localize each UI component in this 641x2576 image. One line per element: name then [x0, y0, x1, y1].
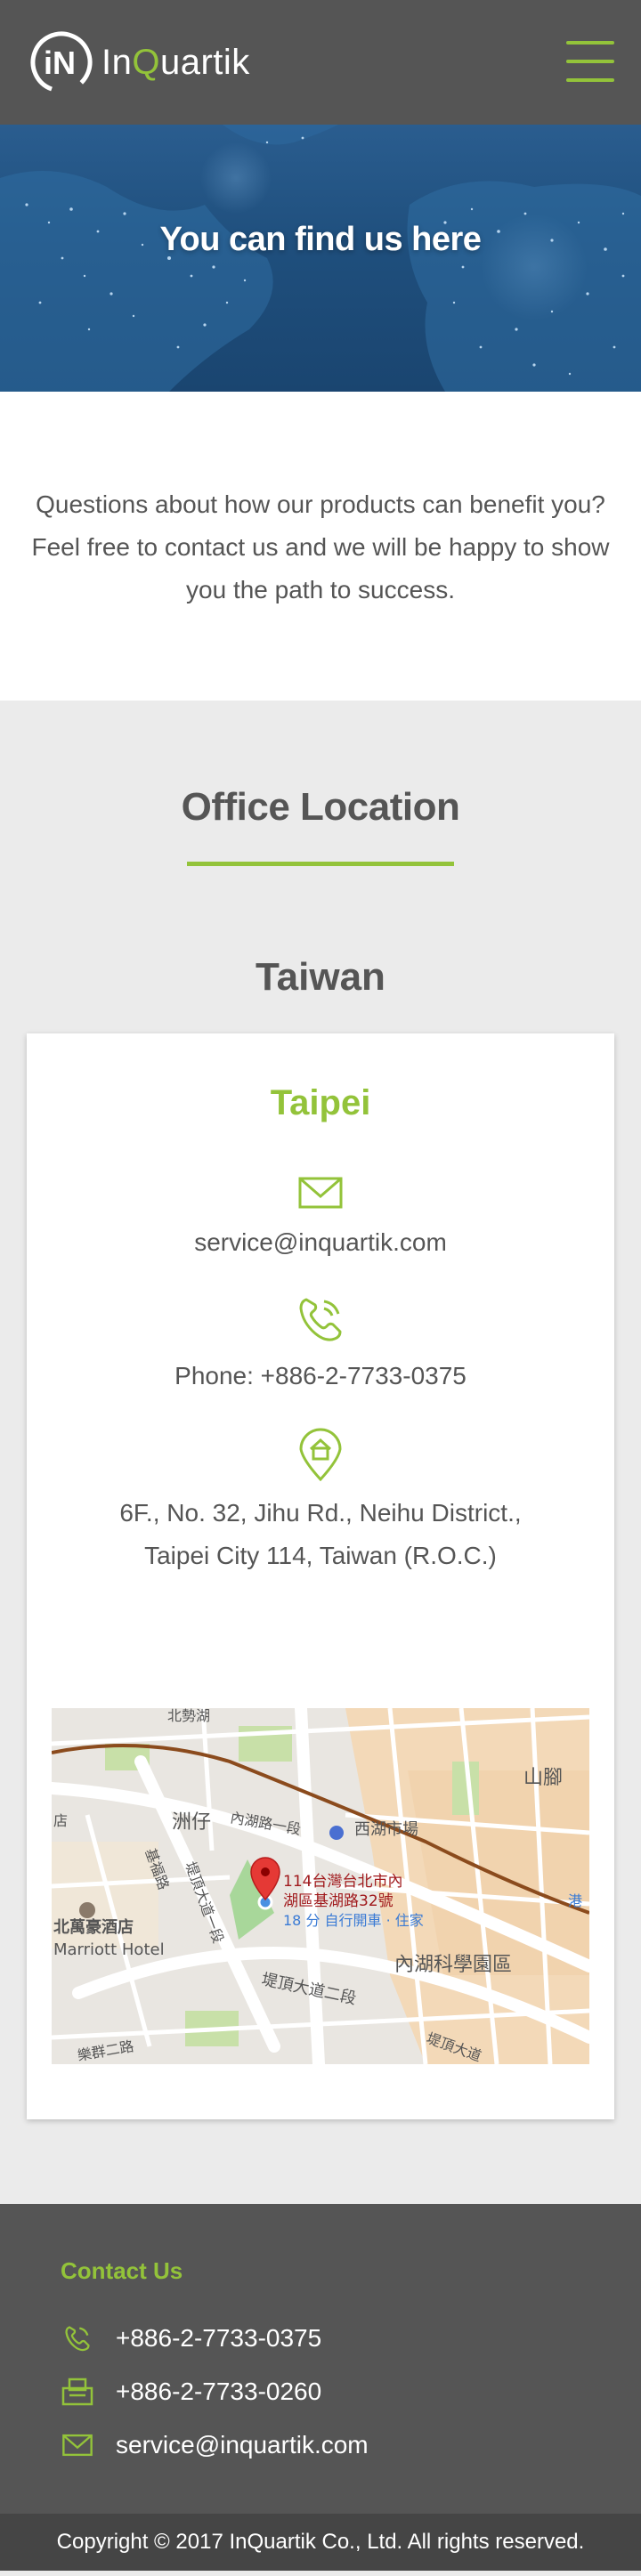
address-line: 6F., No. 32, Jihu Rd., Neihu District.,	[119, 1499, 522, 1527]
map-label: 店	[53, 1812, 68, 1829]
office-email[interactable]: service@inquartik.com	[27, 1221, 614, 1264]
map-label: 北勢湖	[167, 1708, 210, 1724]
footer-phone-text: +886-2-7733-0375	[116, 2324, 322, 2352]
footer-heading: Contact Us	[61, 2257, 183, 2284]
address-line: Taipei City 114, Taiwan (R.O.C.)	[144, 1542, 497, 1569]
site-footer: Contact Us +886-2-7733-0375 +886-2-7733-…	[0, 2204, 641, 2514]
intro-text: Questions about how our products can ben…	[18, 483, 623, 612]
map-label: 北萬豪酒店	[53, 1917, 134, 1937]
map-label: 洲仔	[172, 1811, 211, 1834]
footer-fax[interactable]: +886-2-7733-0260	[61, 2378, 641, 2406]
map-label: 內湖科學園區	[394, 1954, 512, 1976]
map-graphic: 洲仔 內湖路一段 西湖市場 山腳 北萬豪酒店 Marriott Hotel 堤頂…	[52, 1708, 589, 2064]
office-map[interactable]: 洲仔 內湖路一段 西湖市場 山腳 北萬豪酒店 Marriott Hotel 堤頂…	[52, 1708, 589, 2064]
menu-bar	[566, 41, 614, 45]
office-location-section: Office Location Taiwan Taipei service@in…	[0, 701, 641, 2204]
country-title: Taiwan	[256, 955, 385, 999]
map-pin-label: 18 分 自行開車 · 住家	[283, 1912, 424, 1929]
section-title: Office Location	[181, 785, 460, 829]
intro-line: Feel free to contact us and we will be h…	[31, 533, 610, 561]
footer-email[interactable]: service@inquartik.com	[61, 2431, 641, 2459]
phone-icon	[61, 2323, 94, 2353]
map-label: 山腳	[523, 1767, 563, 1789]
hero-title: You can find us here	[159, 221, 482, 258]
map-label: Marriott Hotel	[53, 1940, 165, 1959]
intro-section: Questions about how our products can ben…	[0, 392, 641, 701]
fax-icon	[61, 2377, 94, 2407]
map-label: 西湖市場	[354, 1820, 418, 1839]
map-pin-label: 114台灣台北市內	[283, 1873, 402, 1891]
office-address: 6F., No. 32, Jihu Rd., Neihu District., …	[27, 1492, 614, 1577]
hamburger-menu-icon[interactable]	[566, 41, 614, 82]
intro-line: Questions about how our products can ben…	[36, 490, 605, 518]
svg-text:iN: iN	[44, 45, 76, 81]
menu-bar	[566, 78, 614, 82]
intro-line: you the path to success.	[186, 576, 455, 603]
footer-email-text: service@inquartik.com	[116, 2431, 369, 2459]
hero-banner: You can find us here	[0, 125, 641, 392]
copyright-bar: Copyright © 2017 InQuartik Co., Ltd. All…	[0, 2514, 641, 2571]
map-pin-label: 湖區基湖路32號	[283, 1892, 394, 1910]
footer-fax-text: +886-2-7733-0260	[116, 2378, 322, 2405]
envelope-icon	[298, 1177, 343, 1209]
copyright-text: Copyright © 2017 InQuartik Co., Ltd. All…	[56, 2530, 585, 2554]
logo-wordmark: InQuartik	[101, 42, 250, 82]
logo-mark-icon: iN	[30, 31, 93, 93]
site-header: iN InQuartik	[0, 0, 641, 125]
logo[interactable]: iN InQuartik	[28, 27, 250, 98]
title-underline	[187, 862, 454, 866]
office-card: Taipei service@inquartik.com Phone: +886…	[27, 1033, 614, 2119]
menu-bar	[566, 60, 614, 63]
map-label: 港	[568, 1892, 582, 1909]
city-title: Taipei	[270, 1083, 371, 1122]
phone-icon	[299, 1298, 342, 1341]
office-phone[interactable]: Phone: +886-2-7733-0375	[27, 1355, 614, 1397]
footer-phone[interactable]: +886-2-7733-0375	[61, 2324, 641, 2353]
envelope-icon	[61, 2430, 94, 2460]
home-pin-icon	[299, 1428, 342, 1481]
